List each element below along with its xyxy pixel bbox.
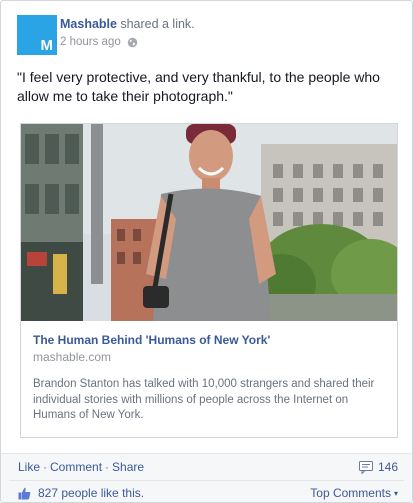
author-name-link[interactable]: Mashable xyxy=(60,17,117,31)
page-avatar[interactable]: M xyxy=(17,15,57,55)
comment-count: 146 xyxy=(377,460,398,474)
link-title[interactable]: The Human Behind 'Humans of New York' xyxy=(33,332,388,348)
top-comments-label: Top Comments xyxy=(310,486,391,500)
link-preview-image[interactable] xyxy=(21,124,397,321)
post-timestamp[interactable]: 2 hours ago xyxy=(60,36,121,48)
post-meta: Mashable shared a link. 2 hours ago xyxy=(60,17,195,48)
comment-link[interactable]: Comment xyxy=(50,460,102,474)
top-comments-dropdown[interactable]: Top Comments ▾ xyxy=(310,486,398,500)
timestamp-row: 2 hours ago xyxy=(60,36,195,48)
post-action-text: shared a link. xyxy=(120,17,195,31)
comment-count-button[interactable]: 146 xyxy=(358,460,398,474)
like-thumb-icon xyxy=(18,487,31,499)
likes-text[interactable]: 827 people like this. xyxy=(38,486,144,500)
link-attachment[interactable]: The Human Behind 'Humans of New York' ma… xyxy=(20,123,398,438)
globe-icon[interactable] xyxy=(127,37,138,48)
separator: · xyxy=(105,460,110,474)
separator: · xyxy=(43,460,48,474)
likes-summary[interactable]: 827 people like this. xyxy=(18,486,144,500)
avatar-letter: M xyxy=(40,37,54,54)
link-description: Brandon Stanton has talked with 10,000 s… xyxy=(33,378,375,421)
link-domain: mashable.com xyxy=(33,350,112,364)
share-link[interactable]: Share xyxy=(112,460,144,474)
post-actions: Like · Comment · Share xyxy=(18,460,144,474)
post-message: "I feel very protective, and very thankf… xyxy=(17,69,380,104)
link-share-post: M Mashable shared a link. 2 hours ago "I… xyxy=(0,0,413,503)
link-info: The Human Behind 'Humans of New York' ma… xyxy=(33,332,388,424)
like-link[interactable]: Like xyxy=(18,460,40,474)
post-footer: Like · Comment · Share 146 827 people like t… xyxy=(1,453,412,502)
footer-divider xyxy=(9,480,404,481)
comment-icon xyxy=(358,460,373,474)
chevron-down-icon: ▾ xyxy=(393,488,398,498)
